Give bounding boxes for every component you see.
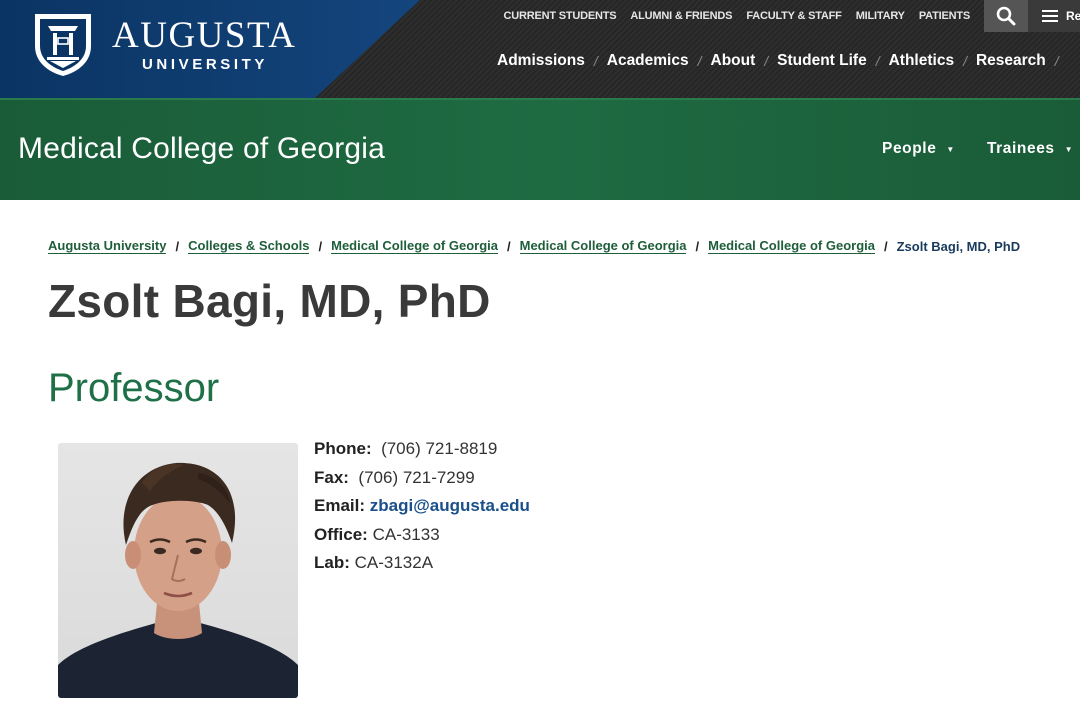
phone-value: (706) 721-8819 bbox=[381, 439, 498, 458]
top-header: AUGUSTA UNIVERSITY CURRENT STUDENTS ALUM… bbox=[0, 0, 1080, 98]
main-nav-separator: / bbox=[875, 53, 880, 69]
main-nav-student-life[interactable]: Student Life bbox=[777, 52, 867, 70]
logo-text: AUGUSTA UNIVERSITY bbox=[112, 16, 296, 74]
utility-link-patients[interactable]: PATIENTS bbox=[919, 10, 970, 22]
lab-label: Lab: bbox=[314, 553, 350, 572]
page-title: Zsolt Bagi, MD, PhD bbox=[48, 275, 491, 327]
email-link[interactable]: zbagi@augusta.edu bbox=[370, 496, 530, 515]
utility-link-faculty-staff[interactable]: FACULTY & STAFF bbox=[746, 10, 842, 22]
person-portrait-icon bbox=[58, 462, 298, 698]
profile-title: Professor bbox=[48, 366, 220, 410]
breadcrumb-link-mcg-1[interactable]: Medical College of Georgia bbox=[331, 238, 498, 254]
office-label: Office: bbox=[314, 524, 368, 544]
utility-link-alumni-friends[interactable]: ALUMNI & FRIENDS bbox=[630, 10, 732, 22]
utility-link-military[interactable]: MILITARY bbox=[856, 10, 905, 22]
contact-office-row: Office: CA-3133 bbox=[314, 521, 530, 550]
caret-down-icon: ▼ bbox=[1064, 144, 1074, 154]
main-nav-research[interactable]: Research bbox=[976, 52, 1046, 70]
profile-photo bbox=[58, 443, 298, 698]
breadcrumb-separator: / bbox=[175, 238, 180, 254]
contact-email-row: Email: zbagi@augusta.edu bbox=[314, 492, 530, 521]
college-nav: People ▼ Trainees ▼ bbox=[882, 140, 1080, 158]
search-button[interactable] bbox=[984, 0, 1028, 32]
breadcrumb-link-mcg-3[interactable]: Medical College of Georgia bbox=[708, 238, 875, 254]
contact-lab-row: Lab: CA-3132A bbox=[314, 549, 530, 578]
breadcrumb-separator: / bbox=[506, 238, 511, 254]
main-nav-separator: / bbox=[764, 53, 769, 69]
email-label: Email: bbox=[314, 496, 366, 515]
main-nav-athletics[interactable]: Athletics bbox=[889, 52, 954, 70]
breadcrumb-separator: / bbox=[883, 238, 888, 254]
college-nav-label: People bbox=[882, 140, 937, 157]
college-nav-people[interactable]: People ▼ bbox=[882, 140, 955, 158]
office-value: CA-3133 bbox=[372, 524, 440, 544]
logo-name-line1: AUGUSTA bbox=[112, 15, 297, 56]
menu-button[interactable]: Re bbox=[1028, 0, 1080, 32]
breadcrumb-separator: / bbox=[318, 238, 323, 254]
main-nav-separator: / bbox=[697, 53, 702, 69]
augusta-university-logo[interactable]: AUGUSTA UNIVERSITY bbox=[32, 12, 296, 78]
college-banner: Medical College of Georgia People ▼ Trai… bbox=[0, 98, 1080, 200]
fax-value: (706) 721-7299 bbox=[358, 467, 475, 487]
college-title[interactable]: Medical College of Georgia bbox=[18, 132, 385, 166]
utility-nav: CURRENT STUDENTS ALUMNI & FRIENDS FACULT… bbox=[489, 0, 970, 32]
main-nav-separator: / bbox=[963, 53, 967, 69]
main-nav: Admissions / Academics / About / Student… bbox=[497, 52, 1068, 70]
hamburger-icon bbox=[1042, 10, 1058, 22]
fax-label: Fax: bbox=[314, 467, 349, 487]
college-nav-trainees[interactable]: Trainees ▼ bbox=[987, 140, 1073, 158]
caret-down-icon: ▼ bbox=[946, 144, 955, 154]
contact-fax-row: Fax: (706) 721-7299 bbox=[314, 464, 530, 493]
main-nav-separator: / bbox=[593, 53, 598, 69]
college-nav-label: Trainees bbox=[986, 140, 1055, 157]
phone-label: Phone: bbox=[314, 439, 372, 458]
contact-info: Phone: (706) 721-8819 Fax: (706) 721-729… bbox=[314, 435, 530, 578]
breadcrumb-current: Zsolt Bagi, MD, PhD bbox=[896, 238, 1021, 254]
lab-value: CA-3132A bbox=[354, 553, 434, 572]
breadcrumb-link-colleges-schools[interactable]: Colleges & Schools bbox=[188, 238, 310, 254]
breadcrumb-separator: / bbox=[695, 238, 700, 254]
menu-button-label: Re bbox=[1066, 9, 1080, 23]
main-nav-separator: / bbox=[1054, 53, 1059, 69]
contact-phone-row: Phone: (706) 721-8819 bbox=[314, 435, 530, 464]
main-nav-about[interactable]: About bbox=[711, 52, 756, 70]
utility-link-current-students[interactable]: CURRENT STUDENTS bbox=[503, 10, 616, 22]
main-nav-academics[interactable]: Academics bbox=[607, 52, 689, 70]
breadcrumb-link-augusta-university[interactable]: Augusta University bbox=[48, 238, 167, 254]
shield-logo-icon bbox=[35, 14, 91, 76]
breadcrumb-link-mcg-2[interactable]: Medical College of Georgia bbox=[519, 238, 687, 254]
main-nav-admissions[interactable]: Admissions bbox=[497, 52, 585, 70]
logo-name-line2: UNIVERSITY bbox=[142, 56, 269, 73]
breadcrumb: Augusta University / Colleges & Schools … bbox=[48, 238, 1020, 254]
search-icon bbox=[996, 6, 1016, 26]
